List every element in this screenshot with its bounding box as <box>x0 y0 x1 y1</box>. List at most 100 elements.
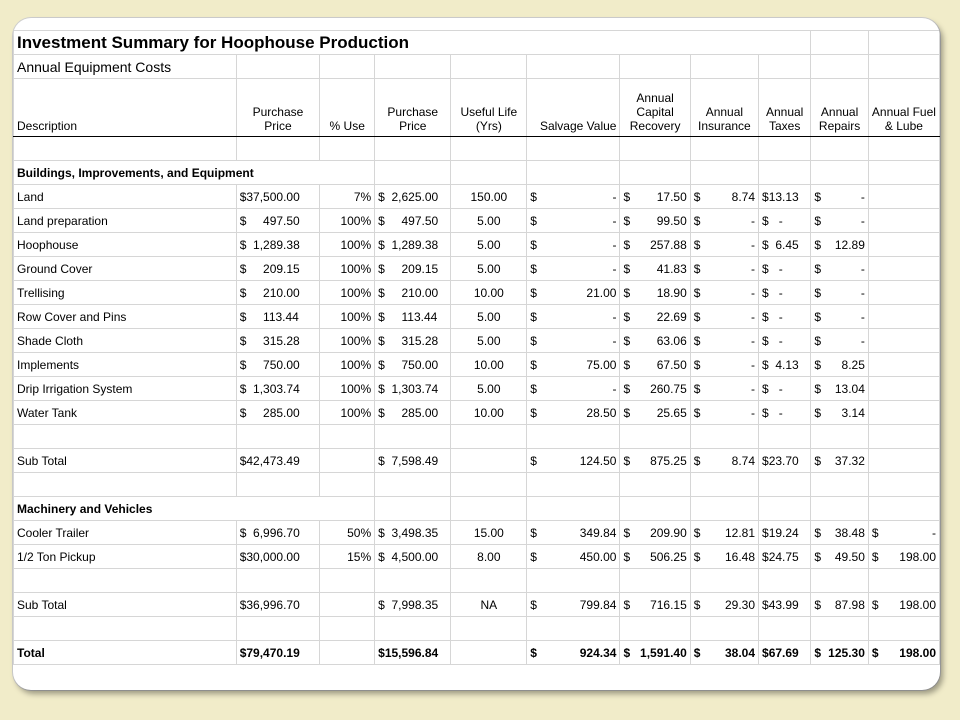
cell-purchase-price: $ 285.00 <box>235 400 321 425</box>
cell-useful-life: 5.00 <box>450 376 528 401</box>
cell-description: Hoophouse <box>13 232 237 257</box>
table-row: Water Tank $ 285.00 100% $ 285.00 10.00 $28.5… <box>13 400 940 425</box>
cell-salvage-value: $ - <box>526 184 621 209</box>
investment-table: Investment Summary for Hoophouse Product… <box>13 30 940 665</box>
cell-useful-life: 5.00 <box>450 328 528 353</box>
cell-salvage-value: $21.00 <box>526 280 621 305</box>
cell-taxes: $ - <box>758 376 812 401</box>
cell-purchase-price-2: $ 4,500.00 <box>374 544 452 569</box>
cell-useful-life: 10.00 <box>450 400 528 425</box>
cell-purchase-price: $ 497.50 <box>235 208 321 233</box>
cell-purchase-price: $ 1,303.74 <box>235 376 321 401</box>
cell-description: Trellising <box>13 280 237 305</box>
cell-repairs: $ - <box>810 304 869 329</box>
cell-capital-recovery: $1,591.40 <box>619 640 691 665</box>
cell-purchase-price-2: $ 7,998.35 <box>374 592 452 617</box>
cell-description: Ground Cover <box>13 256 237 281</box>
cell-purchase-price-2: $15,596.84 <box>374 640 452 665</box>
cell-description: Land <box>13 184 237 209</box>
cell-salvage-value: $ - <box>526 208 621 233</box>
section-buildings: Buildings, Improvements, and Equipment <box>13 160 940 185</box>
cell-repairs: $ - <box>810 208 869 233</box>
cell-fuel-lube: $198.00 <box>867 640 940 665</box>
cell-capital-recovery: $260.75 <box>619 376 691 401</box>
cell-fuel-lube <box>867 400 940 425</box>
header-salvage-value: Salvage Value <box>526 78 621 137</box>
cell-fuel-lube <box>867 184 940 209</box>
cell-purchase-price: $ 315.28 <box>235 328 321 353</box>
cell-fuel-lube <box>867 280 940 305</box>
header-purchase-price-2: Purchase Price <box>374 78 452 137</box>
cell-repairs: $125.30 <box>810 640 869 665</box>
cell-taxes: $ - <box>758 280 812 305</box>
header-description: Description <box>13 78 237 137</box>
cell-description: Water Tank <box>13 400 237 425</box>
cell-capital-recovery: $716.15 <box>619 592 691 617</box>
cell-fuel-lube <box>867 352 940 377</box>
cell-salvage-value: $ - <box>526 328 621 353</box>
cell-fuel-lube: $198.00 <box>867 544 940 569</box>
cell-purchase-price: $ 113.44 <box>235 304 321 329</box>
cell-repairs: $3.14 <box>810 400 869 425</box>
cell-insurance: $ - <box>689 280 760 305</box>
cell-taxes: $67.69 <box>758 640 812 665</box>
cell-pct-use <box>319 640 376 665</box>
cell-fuel-lube <box>867 328 940 353</box>
cell-insurance: $16.48 <box>689 544 760 569</box>
cell-useful-life: 10.00 <box>450 280 528 305</box>
cell-purchase-price: $36,996.70 <box>235 592 321 617</box>
cell-taxes: $ - <box>758 328 812 353</box>
cell-taxes: $ - <box>758 400 812 425</box>
cell-salvage-value: $450.00 <box>526 544 621 569</box>
cell-purchase-price-2: $ 7,598.49 <box>374 448 452 473</box>
cell-useful-life: NA <box>450 592 528 617</box>
cell-pct-use: 100% <box>319 256 376 281</box>
table-row: Trellising $ 210.00 100% $ 210.00 10.00 $21.0… <box>13 280 940 305</box>
cell-salvage-value: $28.50 <box>526 400 621 425</box>
cell-pct-use: 100% <box>319 208 376 233</box>
cell-taxes: $13.13 <box>758 184 812 209</box>
cell-useful-life <box>450 448 528 473</box>
subtotal-row-machinery: Sub Total $36,996.70 $ 7,998.35 NA $799.84 $7… <box>13 592 940 617</box>
cell-repairs: $13.04 <box>810 376 869 401</box>
section-title: Machinery and Vehicles <box>13 496 376 521</box>
spreadsheet-card: Investment Summary for Hoophouse Product… <box>13 18 940 690</box>
cell-capital-recovery: $18.90 <box>619 280 691 305</box>
cell-purchase-price-2: $ 1,303.74 <box>374 376 452 401</box>
cell-salvage-value: $349.84 <box>526 520 621 545</box>
section-machinery: Machinery and Vehicles <box>13 496 940 521</box>
cell-repairs: $8.25 <box>810 352 869 377</box>
cell-insurance: $8.74 <box>689 448 760 473</box>
cell-capital-recovery: $99.50 <box>619 208 691 233</box>
cell-taxes: $ - <box>758 256 812 281</box>
blank-row <box>13 136 940 161</box>
cell-description: 1/2 Ton Pickup <box>13 544 237 569</box>
cell-purchase-price-2: $ 1,289.38 <box>374 232 452 257</box>
cell-useful-life: 5.00 <box>450 232 528 257</box>
total-row: Total $79,470.19 $15,596.84 $924.34 $1,591.4… <box>13 640 940 665</box>
cell-purchase-price-2: $ 750.00 <box>374 352 452 377</box>
cell-purchase-price: $30,000.00 <box>235 544 321 569</box>
header-annual-taxes: Annual Taxes <box>758 78 812 137</box>
cell-purchase-price-2: $ 210.00 <box>374 280 452 305</box>
cell-repairs: $37.32 <box>810 448 869 473</box>
table-row: Drip Irrigation System $ 1,303.74 100% $ 1,… <box>13 376 940 401</box>
table-row: 1/2 Ton Pickup $30,000.00 15% $ 4,500.00 8.0… <box>13 544 940 569</box>
cell-salvage-value: $ - <box>526 232 621 257</box>
cell-capital-recovery: $63.06 <box>619 328 691 353</box>
cell-pct-use <box>319 448 376 473</box>
cell-taxes: $19.24 <box>758 520 812 545</box>
cell-purchase-price: $ 209.15 <box>235 256 321 281</box>
cell-salvage-value: $ - <box>526 256 621 281</box>
table-row: Cooler Trailer $ 6,996.70 50% $ 3,498.35 15.… <box>13 520 940 545</box>
cell-salvage-value: $75.00 <box>526 352 621 377</box>
cell-repairs: $ - <box>810 184 869 209</box>
cell-insurance: $8.74 <box>689 184 760 209</box>
cell-pct-use: 100% <box>319 280 376 305</box>
cell-fuel-lube <box>867 208 940 233</box>
cell-insurance: $12.81 <box>689 520 760 545</box>
cell-taxes: $ 6.45 <box>758 232 812 257</box>
cell-insurance: $29.30 <box>689 592 760 617</box>
header-annual-fuel-lube: Annual Fuel & Lube <box>867 78 940 137</box>
cell-taxes: $ - <box>758 304 812 329</box>
